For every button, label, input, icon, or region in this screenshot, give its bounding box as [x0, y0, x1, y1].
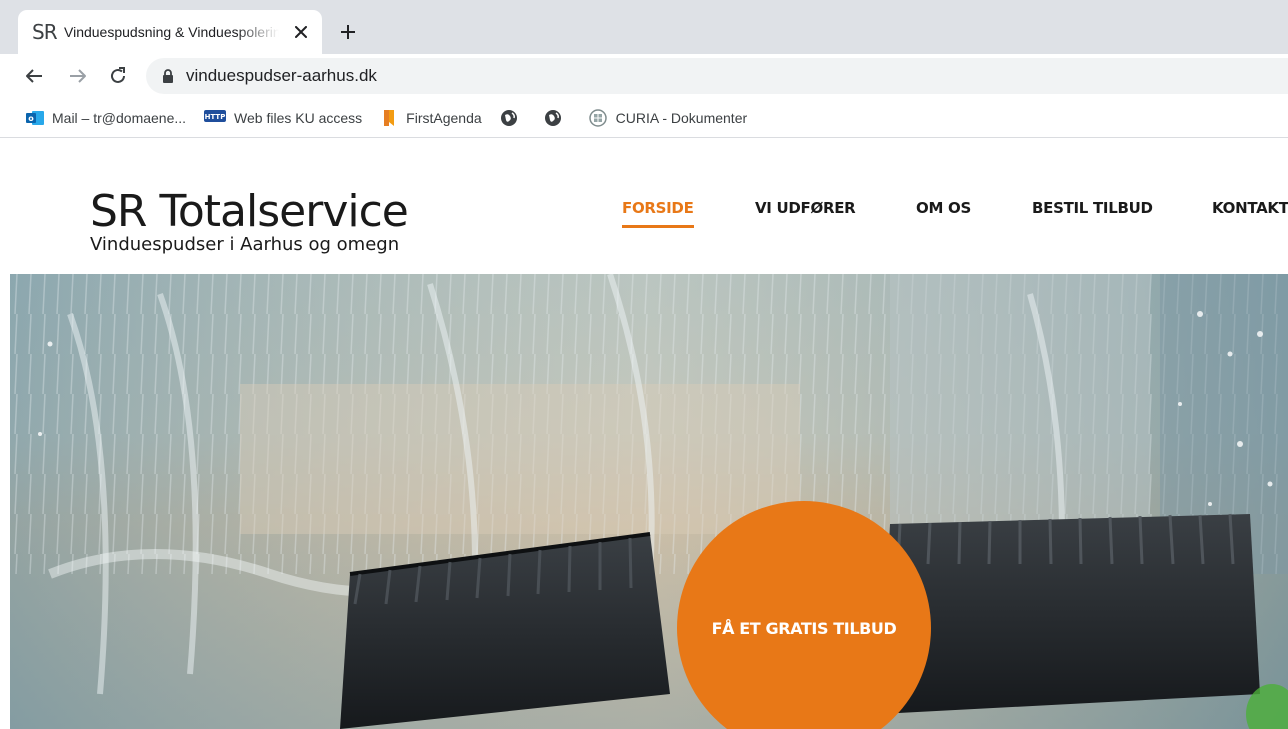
browser-tab-strip: SR Vinduespudsning & Vinduespolering — [0, 0, 1288, 54]
globe-icon — [500, 109, 518, 127]
tab-favicon: SR — [32, 20, 58, 44]
svg-text:HTTP: HTTP — [205, 113, 226, 121]
bookmark-curia[interactable]: CURIA - Dokumenter — [584, 103, 755, 133]
browser-tab[interactable]: SR Vinduespudsning & Vinduespolering — [18, 10, 322, 54]
firstagenda-icon — [380, 109, 398, 127]
web-files-icon: HTTP — [204, 109, 227, 127]
curia-icon — [588, 108, 608, 128]
nav-item-forside[interactable]: FORSIDE — [622, 199, 694, 228]
free-quote-label: FÅ ET GRATIS TILBUD — [711, 618, 897, 638]
bookmark-globe-1[interactable] — [496, 103, 534, 133]
outlook-icon: o — [26, 109, 44, 127]
bookmark-firstagenda[interactable]: FirstAgenda — [376, 103, 489, 133]
nav-item-kontakt[interactable]: KONTAKT — [1212, 199, 1288, 225]
browser-toolbar: vinduespudser-aarhus.dk — [0, 54, 1288, 98]
tab-title: Vinduespudsning & Vinduespolering — [64, 24, 279, 40]
bookmark-mail[interactable]: o Mail – tr@domaene... — [22, 103, 194, 133]
bookmarks-bar: o Mail – tr@domaene... HTTP Web files KU… — [0, 98, 1288, 138]
globe-icon — [544, 109, 562, 127]
nav-item-om-os[interactable]: OM OS — [916, 199, 971, 225]
hero-banner: FÅ ET GRATIS TILBUD — [10, 274, 1288, 729]
hero-image-window-brush — [10, 274, 1288, 729]
bookmark-web-files[interactable]: HTTP Web files KU access — [200, 103, 370, 133]
main-navigation: FORSIDE VI UDFØRER OM OS BESTIL TILBUD K… — [0, 199, 1288, 239]
close-icon[interactable] — [291, 21, 312, 43]
nav-item-vi-udforer[interactable]: VI UDFØRER — [755, 199, 856, 225]
bookmark-globe-2[interactable] — [540, 103, 578, 133]
svg-text:o: o — [28, 114, 34, 123]
back-arrow-icon[interactable] — [20, 62, 48, 90]
address-bar[interactable]: vinduespudser-aarhus.dk — [146, 58, 1288, 94]
nav-item-bestil-tilbud[interactable]: BESTIL TILBUD — [1032, 199, 1153, 225]
plus-icon[interactable] — [334, 18, 362, 46]
site-header: SR Totalservice Vinduespudser i Aarhus o… — [0, 139, 1288, 274]
url-text: vinduespudser-aarhus.dk — [186, 66, 377, 85]
reload-icon[interactable] — [104, 62, 132, 90]
forward-arrow-icon[interactable] — [64, 62, 92, 90]
lock-icon — [160, 68, 176, 84]
